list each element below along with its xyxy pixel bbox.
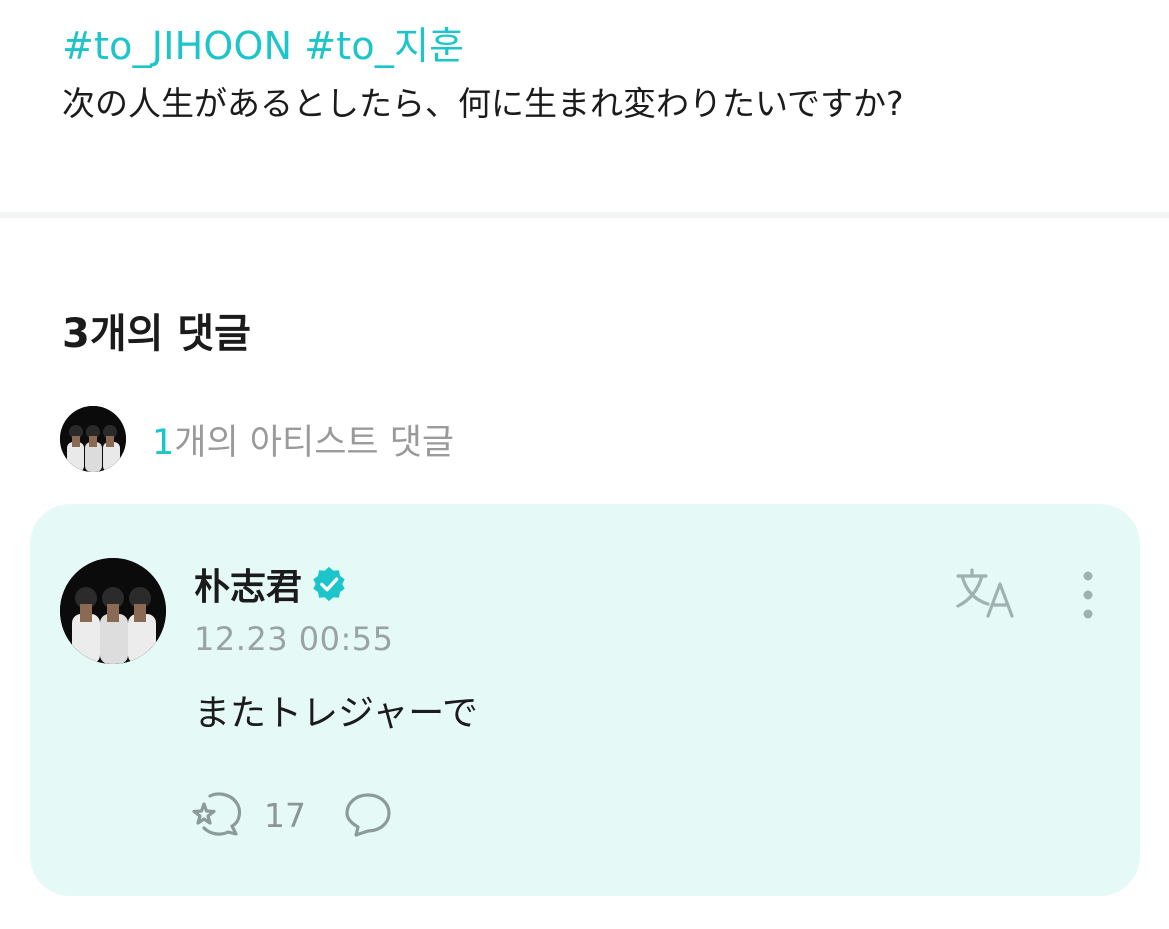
author-row: 朴志君 [194, 560, 348, 608]
avatar [60, 406, 126, 472]
artist-comment-count: 1 [152, 422, 175, 463]
hashtags: #to_JIHOON #to_지훈 [62, 20, 476, 72]
artist-comments-filter[interactable]: 1개의 아티스트 댓글 [60, 406, 454, 472]
comments-title: 3개의 댓글 [62, 311, 251, 357]
like-icon[interactable] [190, 790, 246, 840]
post-question: 次の人生があるとしたら、何に生まれ変わりたいですか? [62, 84, 904, 123]
translate-icon[interactable] [954, 566, 1020, 620]
comment-actions: 17 [190, 790, 394, 840]
reply-bubble-icon[interactable] [342, 790, 394, 840]
author-avatar[interactable] [60, 558, 166, 664]
comment-text: またトレジャーで [194, 693, 479, 734]
hashtag-link[interactable]: #to_지훈 [304, 24, 464, 68]
artist-comment-card: 朴志君 12.23 00:55 またトレジャーで 17 [30, 504, 1140, 896]
artist-comments-label: 1개의 아티스트 댓글 [152, 414, 454, 465]
like-count: 17 [264, 795, 306, 835]
section-divider [0, 212, 1169, 218]
author-name[interactable]: 朴志君 [194, 558, 302, 610]
comment-timestamp: 12.23 00:55 [194, 620, 394, 658]
verified-badge-icon [313, 566, 345, 602]
more-vertical-icon[interactable] [1066, 568, 1110, 624]
hashtag-link[interactable]: #to_JIHOON [62, 24, 292, 68]
artist-comments-text: 개의 아티스트 댓글 [174, 422, 455, 463]
